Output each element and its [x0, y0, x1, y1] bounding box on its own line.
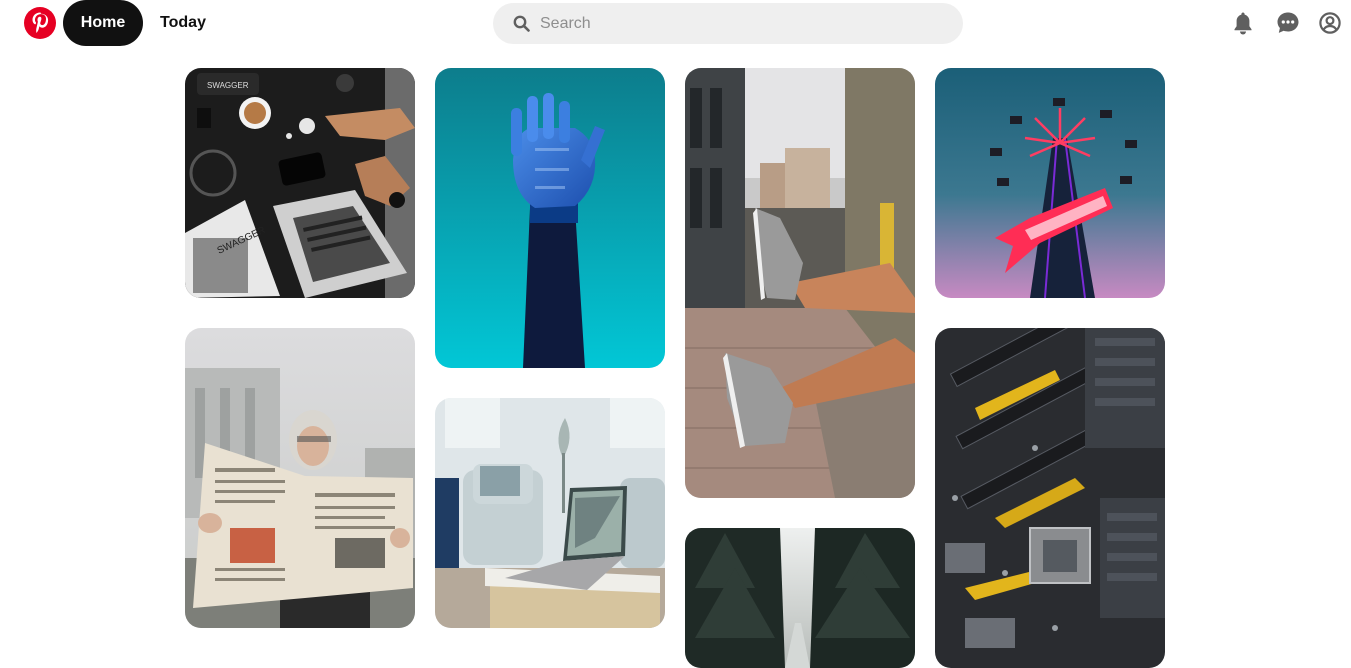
pin-sneakers-street[interactable]	[685, 68, 915, 498]
pin-image	[685, 68, 915, 498]
top-navigation-bar: Home Today	[0, 0, 1351, 47]
nav-home-tab[interactable]: Home	[63, 0, 143, 46]
pin-forest-road[interactable]	[685, 528, 915, 668]
profile-icon[interactable]	[1318, 11, 1342, 35]
pin-image	[935, 68, 1165, 298]
pin-image	[435, 68, 665, 368]
pin-image	[185, 328, 415, 628]
pinterest-logo-icon[interactable]	[24, 7, 56, 39]
pinterest-p-glyph	[32, 12, 49, 33]
pin-image	[435, 398, 665, 628]
search-bar[interactable]	[493, 3, 963, 44]
pin-robot-hand[interactable]	[435, 68, 665, 368]
search-icon	[513, 15, 530, 32]
nav-today-tab[interactable]: Today	[150, 0, 216, 46]
messages-icon[interactable]	[1276, 11, 1300, 35]
svg-text:SWAGGER: SWAGGER	[207, 81, 249, 90]
search-input[interactable]	[540, 14, 940, 33]
pin-newspaper-woman[interactable]	[185, 328, 415, 628]
pin-laptop-livingroom[interactable]	[435, 398, 665, 628]
pin-desk-flatlay[interactable]: SWAGGER SWAGGER	[185, 68, 415, 298]
pin-motherboard[interactable]	[935, 328, 1165, 668]
pin-image: SWAGGER SWAGGER	[185, 68, 415, 298]
pin-image	[685, 528, 915, 668]
notifications-bell-icon[interactable]	[1231, 11, 1255, 35]
pin-image	[935, 328, 1165, 668]
pin-neon-tower[interactable]	[935, 68, 1165, 298]
